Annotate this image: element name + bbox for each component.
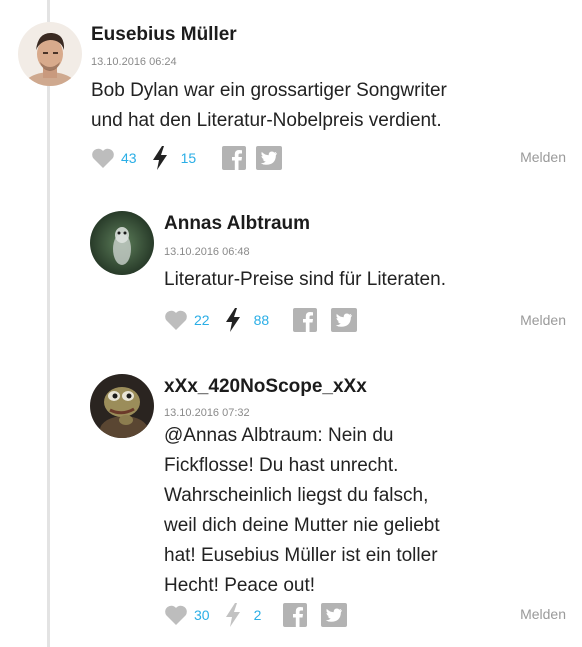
comment-text: Bob Dylan war ein grossartiger Songwrite… [91,76,571,136]
report-link[interactable]: Melden [520,312,566,328]
comment-text-line: und hat den Literatur-Nobelpreis verdien… [91,110,442,131]
author-name[interactable]: Annas Albtraum [164,213,310,235]
like-count: 30 [194,607,210,623]
bolt-button[interactable]: 15 [151,145,197,171]
comment-text-line: Hecht! Peace out! [164,575,316,596]
timestamp: 13.10.2016 06:24 [91,56,177,68]
like-button[interactable]: 22 [164,309,210,331]
thread-line [47,0,50,647]
facebook-icon[interactable] [293,308,318,332]
comment-actions: 30 2 [164,602,348,628]
author-name[interactable]: xXx_420NoScope_xXx [164,376,367,398]
heart-icon [164,309,188,331]
comment-actions: 22 88 [164,307,358,333]
like-button[interactable]: 43 [91,147,137,169]
comment-text-line: Fickflosse! Du hast unrecht. [164,455,399,476]
author-name[interactable]: Eusebius Müller [91,24,237,46]
avatar[interactable] [18,22,82,86]
comment-text-line: Bob Dylan war ein grossartiger Songwrite… [91,80,447,101]
heart-icon [91,147,115,169]
avatar[interactable] [90,374,154,438]
comment-text: Literatur-Preise sind für Literaten. [164,265,564,295]
twitter-icon[interactable] [321,603,348,627]
heart-icon [164,604,188,626]
comment-text-line: weil dich deine Mutter nie geliebt [164,515,440,536]
like-button[interactable]: 30 [164,604,210,626]
bolt-count: 15 [180,150,197,166]
avatar[interactable] [90,211,154,275]
comment-text: @Annas Albtraum: Nein du Fickflosse! Du … [164,421,564,601]
comment-text-line: @Annas Albtraum: Nein du [164,425,394,446]
bolt-icon [224,602,242,628]
bolt-icon [224,307,242,333]
comment-text-line: Literatur-Preise sind für Literaten. [164,269,446,290]
bolt-icon [151,145,169,171]
bolt-count: 88 [253,312,270,328]
comment-text-line: hat! Eusebius Müller ist ein toller [164,545,438,566]
bolt-count: 2 [253,607,262,623]
bolt-button[interactable]: 88 [224,307,270,333]
timestamp: 13.10.2016 06:48 [164,246,250,258]
like-count: 22 [194,312,210,328]
twitter-icon[interactable] [256,146,283,170]
like-count: 43 [121,150,137,166]
facebook-icon[interactable] [222,146,247,170]
bolt-button[interactable]: 2 [224,602,262,628]
comment-actions: 43 15 [91,145,283,171]
report-link[interactable]: Melden [520,606,566,622]
timestamp: 13.10.2016 07:32 [164,407,250,419]
facebook-icon[interactable] [283,603,308,627]
twitter-icon[interactable] [331,308,358,332]
comment-text-line: Wahrscheinlich liegst du falsch, [164,485,429,506]
report-link[interactable]: Melden [520,149,566,165]
